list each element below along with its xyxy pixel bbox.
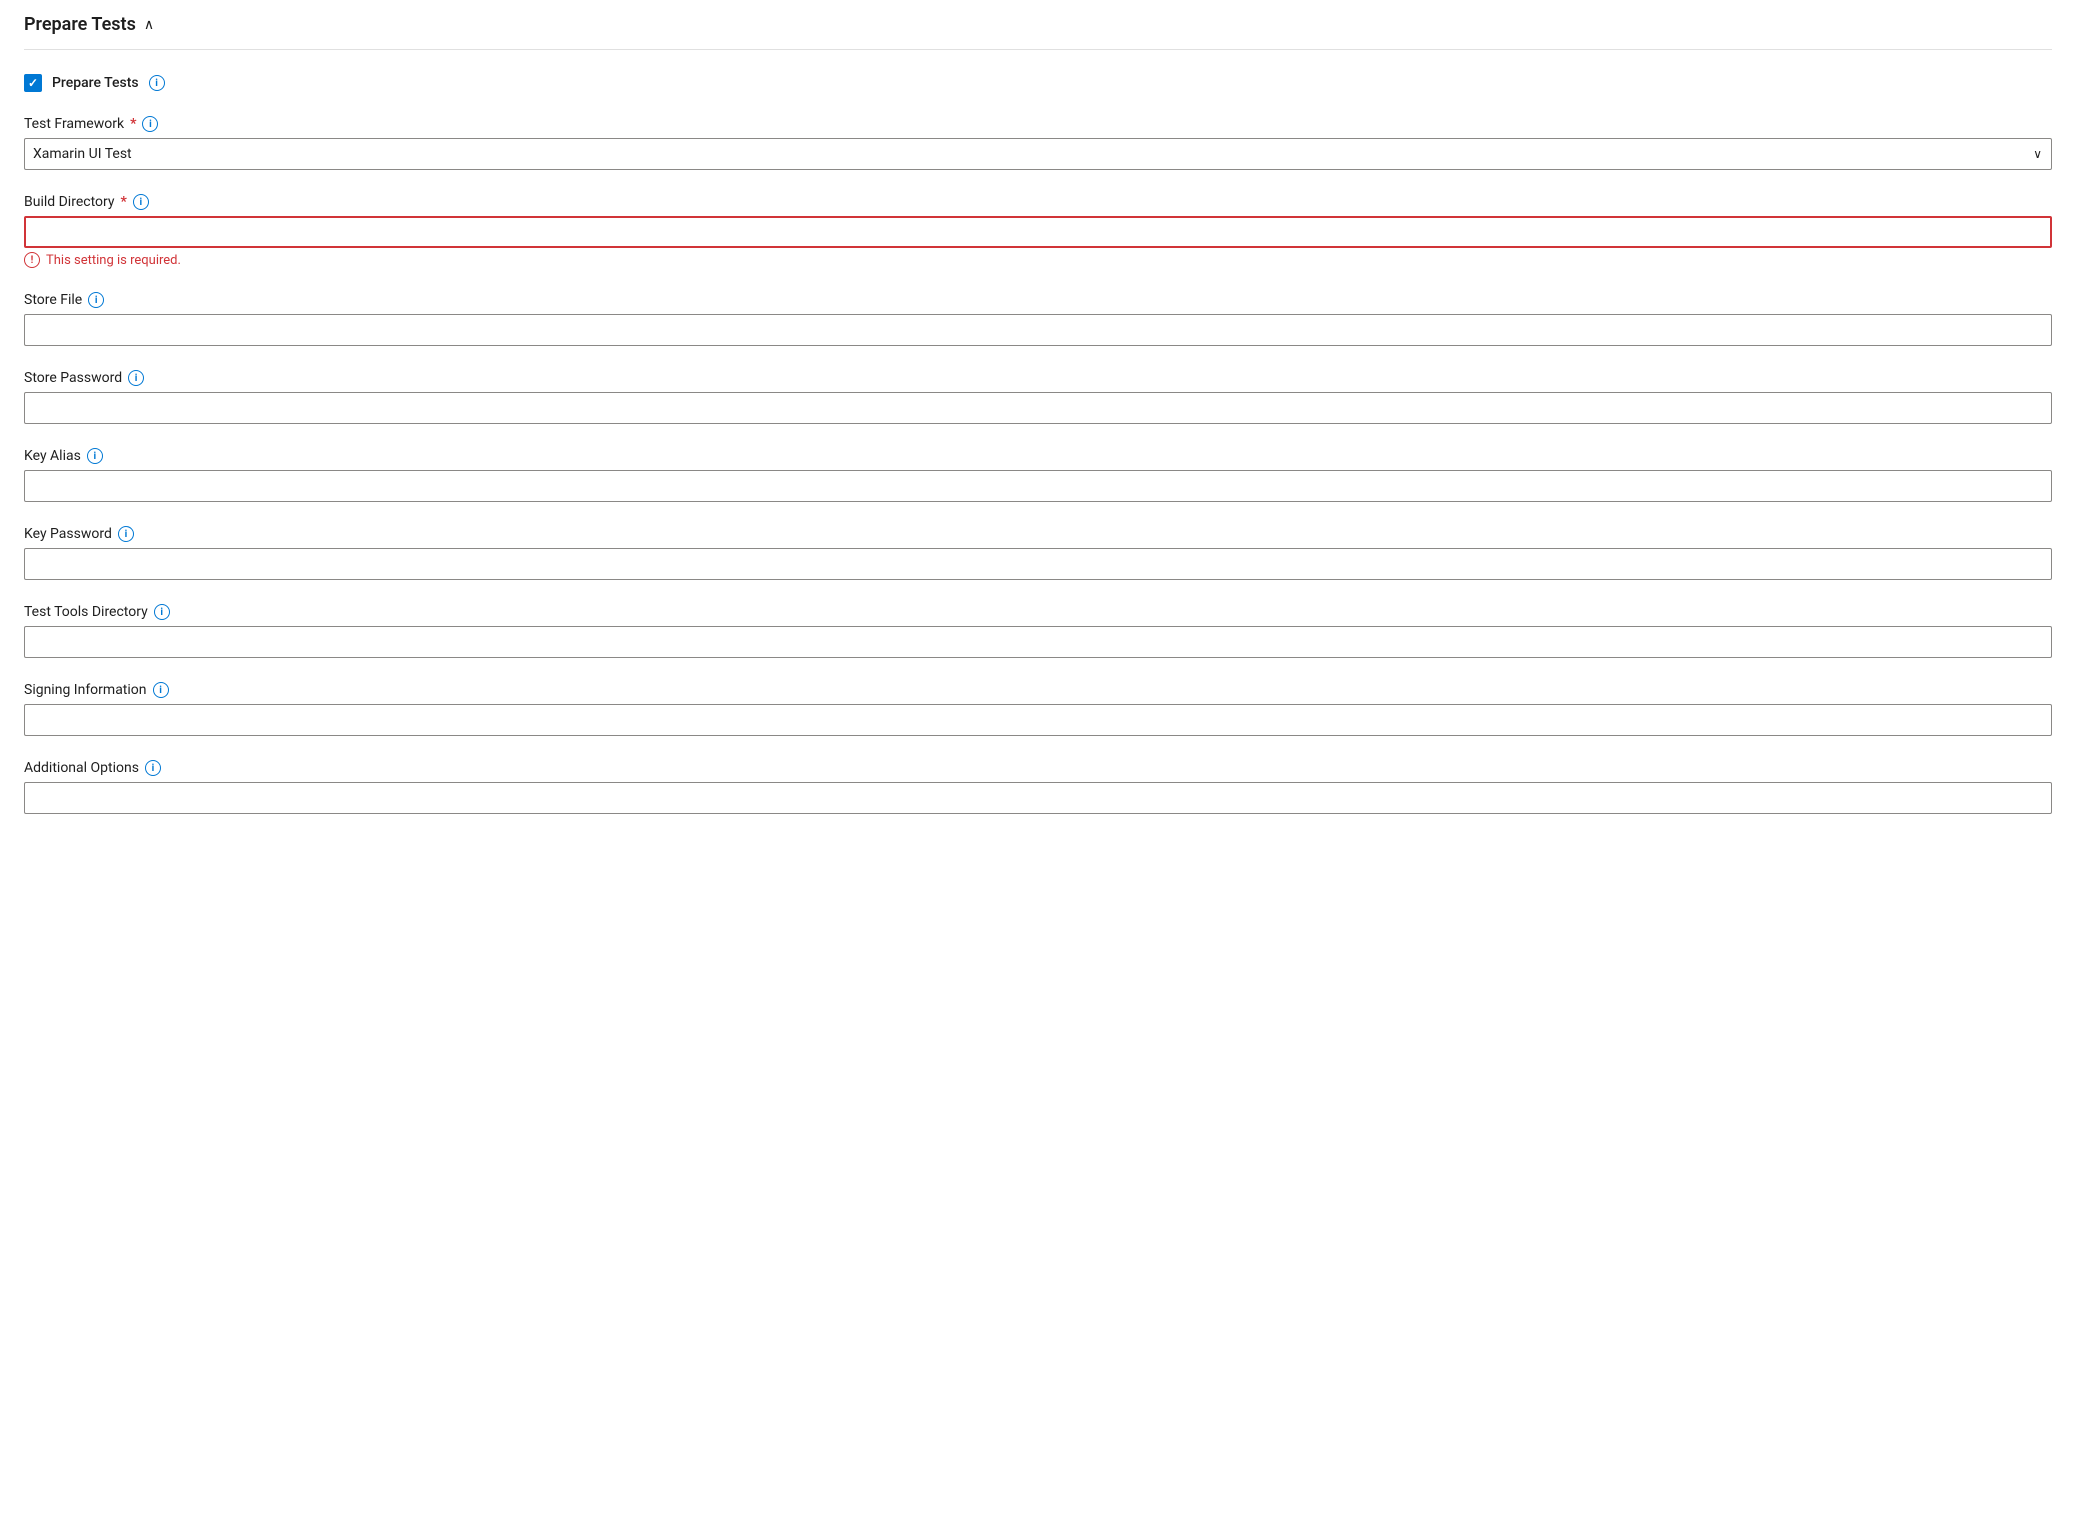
section-title: Prepare Tests	[24, 14, 136, 35]
signing-information-info-icon[interactable]: i	[153, 682, 169, 698]
key-alias-info-icon[interactable]: i	[87, 448, 103, 464]
key-password-field-group: Key Password i	[24, 526, 2052, 580]
store-password-label-text: Store Password	[24, 370, 122, 386]
build-directory-error-icon: !	[24, 252, 40, 268]
test-framework-select[interactable]: Xamarin UI Test Appium Espresso XCUITest	[24, 138, 2052, 170]
key-password-input[interactable]	[24, 548, 2052, 580]
build-directory-error-message: ! This setting is required.	[24, 252, 2052, 268]
store-file-info-icon[interactable]: i	[88, 292, 104, 308]
store-password-field-group: Store Password i	[24, 370, 2052, 424]
store-file-field-group: Store File i	[24, 292, 2052, 346]
signing-information-input[interactable]	[24, 704, 2052, 736]
key-password-label-text: Key Password	[24, 526, 112, 542]
test-framework-info-icon[interactable]: i	[142, 116, 158, 132]
store-password-info-icon[interactable]: i	[128, 370, 144, 386]
checkbox-info-icon[interactable]: i	[149, 75, 165, 91]
build-directory-label: Build Directory * i	[24, 194, 2052, 210]
additional-options-label: Additional Options i	[24, 760, 2052, 776]
store-password-label: Store Password i	[24, 370, 2052, 386]
additional-options-label-text: Additional Options	[24, 760, 139, 776]
checkbox-label: Prepare Tests	[52, 75, 139, 91]
key-alias-input[interactable]	[24, 470, 2052, 502]
test-framework-field-group: Test Framework * i Xamarin UI Test Appiu…	[24, 116, 2052, 170]
build-directory-required-star: *	[121, 194, 127, 210]
prepare-tests-checkbox-row: Prepare Tests i	[24, 74, 2052, 92]
signing-information-field-group: Signing Information i	[24, 682, 2052, 736]
build-directory-label-text: Build Directory	[24, 194, 115, 210]
signing-information-label: Signing Information i	[24, 682, 2052, 698]
test-framework-label: Test Framework * i	[24, 116, 2052, 132]
additional-options-field-group: Additional Options i	[24, 760, 2052, 814]
test-framework-label-text: Test Framework	[24, 116, 124, 132]
test-framework-required-star: *	[130, 116, 136, 132]
test-tools-directory-label: Test Tools Directory i	[24, 604, 2052, 620]
page-container: Prepare Tests ∧ Prepare Tests i Test Fra…	[0, 0, 2076, 1528]
key-password-info-icon[interactable]: i	[118, 526, 134, 542]
key-alias-label-text: Key Alias	[24, 448, 81, 464]
build-directory-input[interactable]	[24, 216, 2052, 248]
store-file-input[interactable]	[24, 314, 2052, 346]
build-directory-field-group: Build Directory * i ! This setting is re…	[24, 194, 2052, 268]
test-tools-directory-input[interactable]	[24, 626, 2052, 658]
test-framework-select-wrapper: Xamarin UI Test Appium Espresso XCUITest…	[24, 138, 2052, 170]
test-tools-directory-label-text: Test Tools Directory	[24, 604, 148, 620]
prepare-tests-checkbox[interactable]	[24, 74, 42, 92]
test-tools-directory-info-icon[interactable]: i	[154, 604, 170, 620]
section-chevron-icon: ∧	[144, 17, 154, 33]
store-file-label-text: Store File	[24, 292, 82, 308]
signing-information-label-text: Signing Information	[24, 682, 147, 698]
key-password-label: Key Password i	[24, 526, 2052, 542]
additional-options-input[interactable]	[24, 782, 2052, 814]
store-password-input[interactable]	[24, 392, 2052, 424]
key-alias-label: Key Alias i	[24, 448, 2052, 464]
additional-options-info-icon[interactable]: i	[145, 760, 161, 776]
build-directory-error-text: This setting is required.	[46, 253, 181, 268]
build-directory-info-icon[interactable]: i	[133, 194, 149, 210]
section-header[interactable]: Prepare Tests ∧	[24, 0, 2052, 50]
test-tools-directory-field-group: Test Tools Directory i	[24, 604, 2052, 658]
key-alias-field-group: Key Alias i	[24, 448, 2052, 502]
store-file-label: Store File i	[24, 292, 2052, 308]
